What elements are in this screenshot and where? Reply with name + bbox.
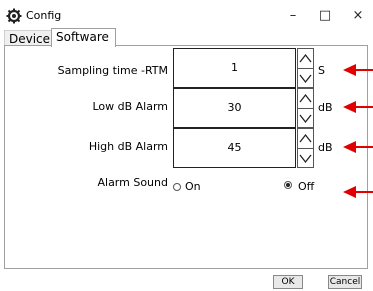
alarm-sound-on-radio[interactable] bbox=[173, 183, 181, 191]
red-arrow-icon bbox=[343, 101, 373, 113]
low-db-alarm-input[interactable]: 30 bbox=[173, 88, 296, 128]
high-db-alarm-spinner bbox=[297, 128, 314, 168]
spin-up-icon[interactable] bbox=[298, 129, 313, 149]
low-db-alarm-label: Low dB Alarm bbox=[92, 100, 168, 113]
high-db-alarm-unit: dB bbox=[318, 141, 333, 154]
minimize-button[interactable]: – bbox=[278, 6, 308, 26]
gear-icon bbox=[6, 8, 22, 24]
spin-up-icon[interactable] bbox=[298, 89, 313, 109]
title-bar: Config – □ × bbox=[0, 0, 373, 30]
window-title: Config bbox=[26, 9, 62, 22]
maximize-button[interactable]: □ bbox=[310, 6, 340, 26]
tab-software[interactable]: Software bbox=[51, 28, 116, 47]
sampling-time-input[interactable]: 1 bbox=[173, 48, 296, 88]
red-arrow-icon bbox=[343, 141, 373, 153]
alarm-sound-label: Alarm Sound bbox=[97, 176, 168, 189]
close-button[interactable]: × bbox=[343, 6, 373, 26]
spin-down-icon[interactable] bbox=[298, 149, 313, 168]
alarm-sound-off-label[interactable]: Off bbox=[298, 180, 314, 193]
high-db-alarm-label: High dB Alarm bbox=[88, 140, 168, 153]
ok-button[interactable]: OK bbox=[273, 275, 303, 289]
spin-down-icon[interactable] bbox=[298, 69, 313, 88]
sampling-time-unit: S bbox=[318, 64, 325, 77]
spin-down-icon[interactable] bbox=[298, 109, 313, 128]
sampling-time-spinner bbox=[297, 48, 314, 88]
cancel-button[interactable]: Cancel bbox=[328, 275, 362, 289]
red-arrow-icon bbox=[343, 186, 373, 198]
low-db-alarm-unit: dB bbox=[318, 101, 333, 114]
alarm-sound-on-label[interactable]: On bbox=[185, 180, 201, 193]
sampling-time-label: Sampling time -RTM bbox=[57, 64, 168, 77]
high-db-alarm-input[interactable]: 45 bbox=[173, 128, 296, 168]
spin-up-icon[interactable] bbox=[298, 49, 313, 69]
alarm-sound-off-radio[interactable] bbox=[284, 181, 292, 189]
low-db-alarm-spinner bbox=[297, 88, 314, 128]
red-arrow-icon bbox=[343, 64, 373, 76]
